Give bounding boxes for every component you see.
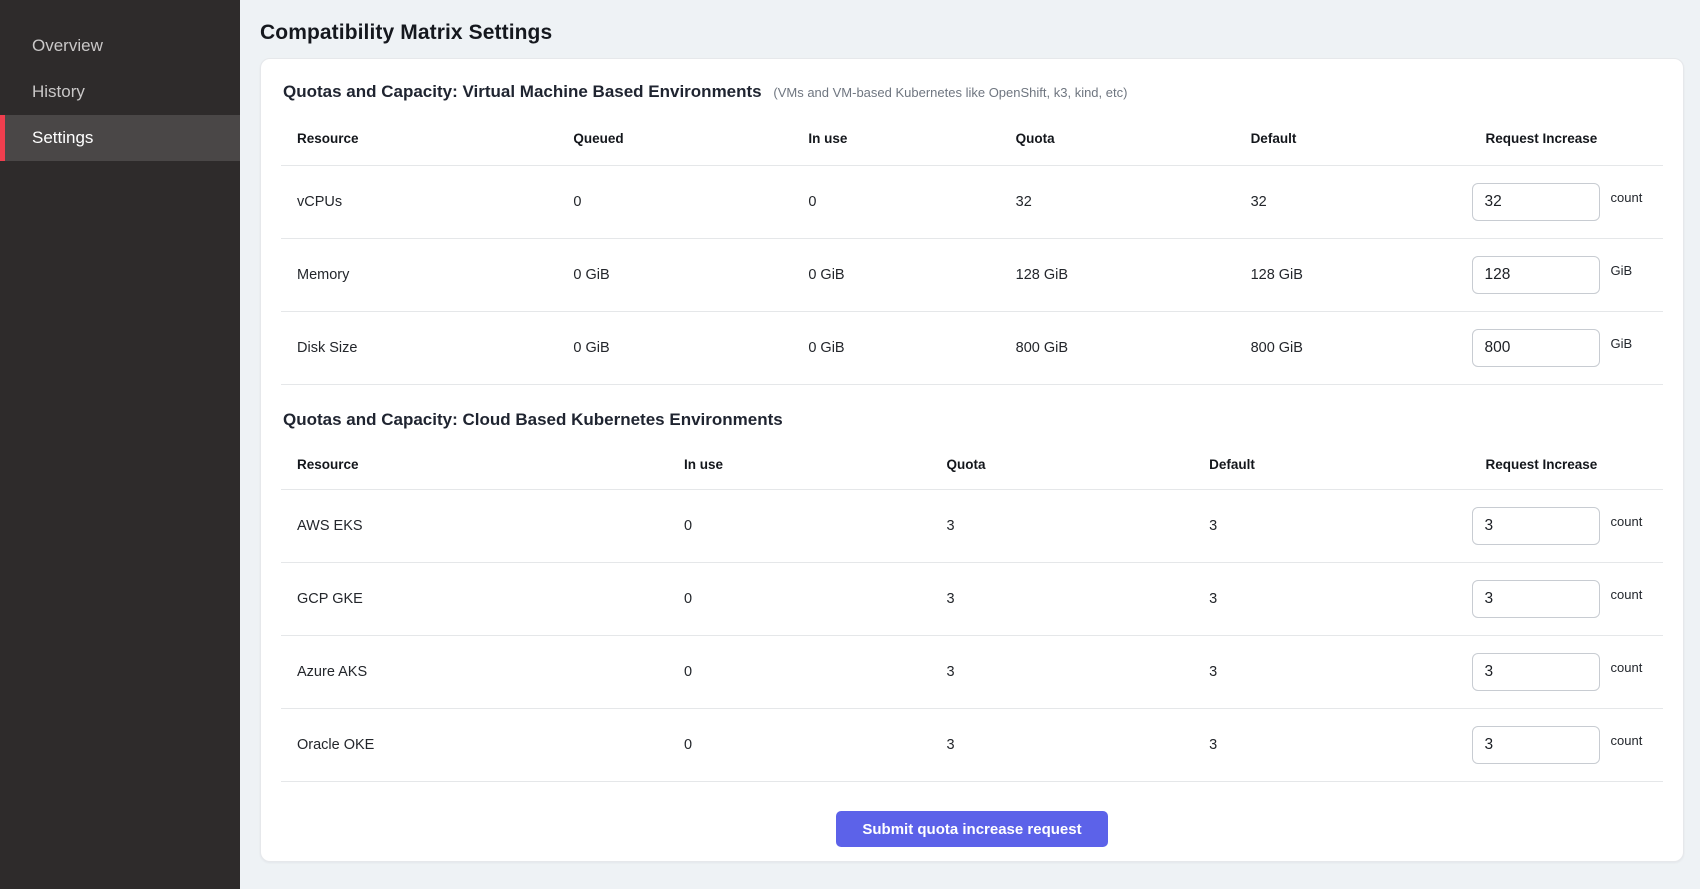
memory-default: 128 GiB — [1235, 267, 1470, 283]
aws-eks-quota: 3 — [931, 518, 1194, 534]
main-content: Compatibility Matrix Settings Quotas and… — [240, 0, 1700, 889]
vcpus-request-cell: count — [1470, 183, 1663, 221]
vcpus-default: 32 — [1235, 194, 1470, 210]
azure-aks-unit-label: count — [1611, 660, 1643, 675]
vm-table-header: Resource Queued In use Quota Default Req… — [281, 112, 1663, 166]
gcp-gke-resource: GCP GKE — [281, 591, 668, 607]
table-row-aws-eks: AWS EKS 0 3 3 count — [281, 490, 1663, 563]
oracle-oke-default: 3 — [1193, 737, 1469, 753]
gcp-gke-quota: 3 — [931, 591, 1194, 607]
oracle-oke-resource: Oracle OKE — [281, 737, 668, 753]
memory-quota: 128 GiB — [1000, 267, 1235, 283]
vcpus-request-input[interactable] — [1472, 183, 1600, 221]
vm-col-default: Default — [1235, 131, 1470, 146]
gcp-gke-in-use: 0 — [668, 591, 931, 607]
table-row-vcpus: vCPUs 0 0 32 32 count — [281, 166, 1663, 239]
memory-resource: Memory — [281, 267, 557, 283]
azure-aks-default: 3 — [1193, 664, 1469, 680]
submit-quota-increase-button[interactable]: Submit quota increase request — [836, 811, 1107, 847]
memory-unit-label: GiB — [1611, 263, 1633, 278]
aws-eks-resource: AWS EKS — [281, 518, 668, 534]
memory-request-cell: GiB — [1470, 256, 1663, 294]
gcp-gke-default: 3 — [1193, 591, 1469, 607]
disk-unit-label: GiB — [1611, 336, 1633, 351]
vcpus-in-use: 0 — [792, 194, 999, 210]
azure-aks-resource: Azure AKS — [281, 664, 668, 680]
vm-col-request-increase: Request Increase — [1470, 131, 1663, 146]
gcp-gke-request-input[interactable] — [1472, 580, 1600, 618]
page-title: Compatibility Matrix Settings — [260, 21, 1684, 45]
vcpus-quota: 32 — [1000, 194, 1235, 210]
oracle-oke-in-use: 0 — [668, 737, 931, 753]
disk-queued: 0 GiB — [557, 340, 792, 356]
gcp-gke-unit-label: count — [1611, 587, 1643, 602]
section-title-cloud: Quotas and Capacity: Cloud Based Kuberne… — [281, 385, 1663, 440]
memory-queued: 0 GiB — [557, 267, 792, 283]
cloud-col-in-use: In use — [668, 457, 931, 472]
memory-request-input[interactable] — [1472, 256, 1600, 294]
disk-default: 800 GiB — [1235, 340, 1470, 356]
oracle-oke-request-input[interactable] — [1472, 726, 1600, 764]
azure-aks-request-input[interactable] — [1472, 653, 1600, 691]
sidebar-item-settings[interactable]: Settings — [0, 115, 240, 161]
oracle-oke-unit-label: count — [1611, 733, 1643, 748]
cloud-col-default: Default — [1193, 457, 1469, 472]
vm-col-queued: Queued — [557, 131, 792, 146]
oracle-oke-request-cell: count — [1470, 726, 1663, 764]
oracle-oke-quota: 3 — [931, 737, 1194, 753]
sidebar-item-history-label: History — [32, 82, 85, 102]
section-title-vm-text: Quotas and Capacity: Virtual Machine Bas… — [283, 82, 762, 101]
table-row-gcp-gke: GCP GKE 0 3 3 count — [281, 563, 1663, 636]
azure-aks-request-cell: count — [1470, 653, 1663, 691]
disk-quota: 800 GiB — [1000, 340, 1235, 356]
aws-eks-request-cell: count — [1470, 507, 1663, 545]
gcp-gke-request-cell: count — [1470, 580, 1663, 618]
quotas-card: Quotas and Capacity: Virtual Machine Bas… — [260, 58, 1684, 862]
disk-resource: Disk Size — [281, 340, 557, 356]
vm-col-in-use: In use — [792, 131, 999, 146]
table-row-memory: Memory 0 GiB 0 GiB 128 GiB 128 GiB GiB — [281, 239, 1663, 312]
disk-request-cell: GiB — [1470, 329, 1663, 367]
azure-aks-quota: 3 — [931, 664, 1194, 680]
aws-eks-unit-label: count — [1611, 514, 1643, 529]
app-window: Overview History Settings Compatibility … — [0, 0, 1700, 889]
disk-in-use: 0 GiB — [792, 340, 999, 356]
vcpus-resource: vCPUs — [281, 194, 557, 210]
section-title-vm: Quotas and Capacity: Virtual Machine Bas… — [281, 59, 1663, 112]
aws-eks-in-use: 0 — [668, 518, 931, 534]
section-title-cloud-text: Quotas and Capacity: Cloud Based Kuberne… — [283, 410, 783, 429]
aws-eks-request-input[interactable] — [1472, 507, 1600, 545]
sidebar: Overview History Settings — [0, 0, 240, 889]
vcpus-queued: 0 — [557, 194, 792, 210]
cloud-table-header: Resource In use Quota Default Request In… — [281, 440, 1663, 490]
vcpus-unit-label: count — [1611, 190, 1643, 205]
azure-aks-in-use: 0 — [668, 664, 931, 680]
cloud-col-request-increase: Request Increase — [1470, 457, 1663, 472]
cloud-col-resource: Resource — [281, 457, 668, 472]
table-row-azure-aks: Azure AKS 0 3 3 count — [281, 636, 1663, 709]
cloud-col-quota: Quota — [931, 457, 1194, 472]
table-row-disk-size: Disk Size 0 GiB 0 GiB 800 GiB 800 GiB Gi… — [281, 312, 1663, 385]
sidebar-item-overview-label: Overview — [32, 36, 103, 56]
section-subtitle-vm: (VMs and VM-based Kubernetes like OpenSh… — [773, 85, 1127, 100]
sidebar-item-settings-label: Settings — [32, 128, 93, 148]
memory-in-use: 0 GiB — [792, 267, 999, 283]
sidebar-item-history[interactable]: History — [0, 69, 240, 115]
vm-col-quota: Quota — [1000, 131, 1235, 146]
disk-request-input[interactable] — [1472, 329, 1600, 367]
submit-button-row: Submit quota increase request — [281, 782, 1663, 861]
vm-col-resource: Resource — [281, 131, 557, 146]
aws-eks-default: 3 — [1193, 518, 1469, 534]
table-row-oracle-oke: Oracle OKE 0 3 3 count — [281, 709, 1663, 782]
sidebar-item-overview[interactable]: Overview — [0, 23, 240, 69]
